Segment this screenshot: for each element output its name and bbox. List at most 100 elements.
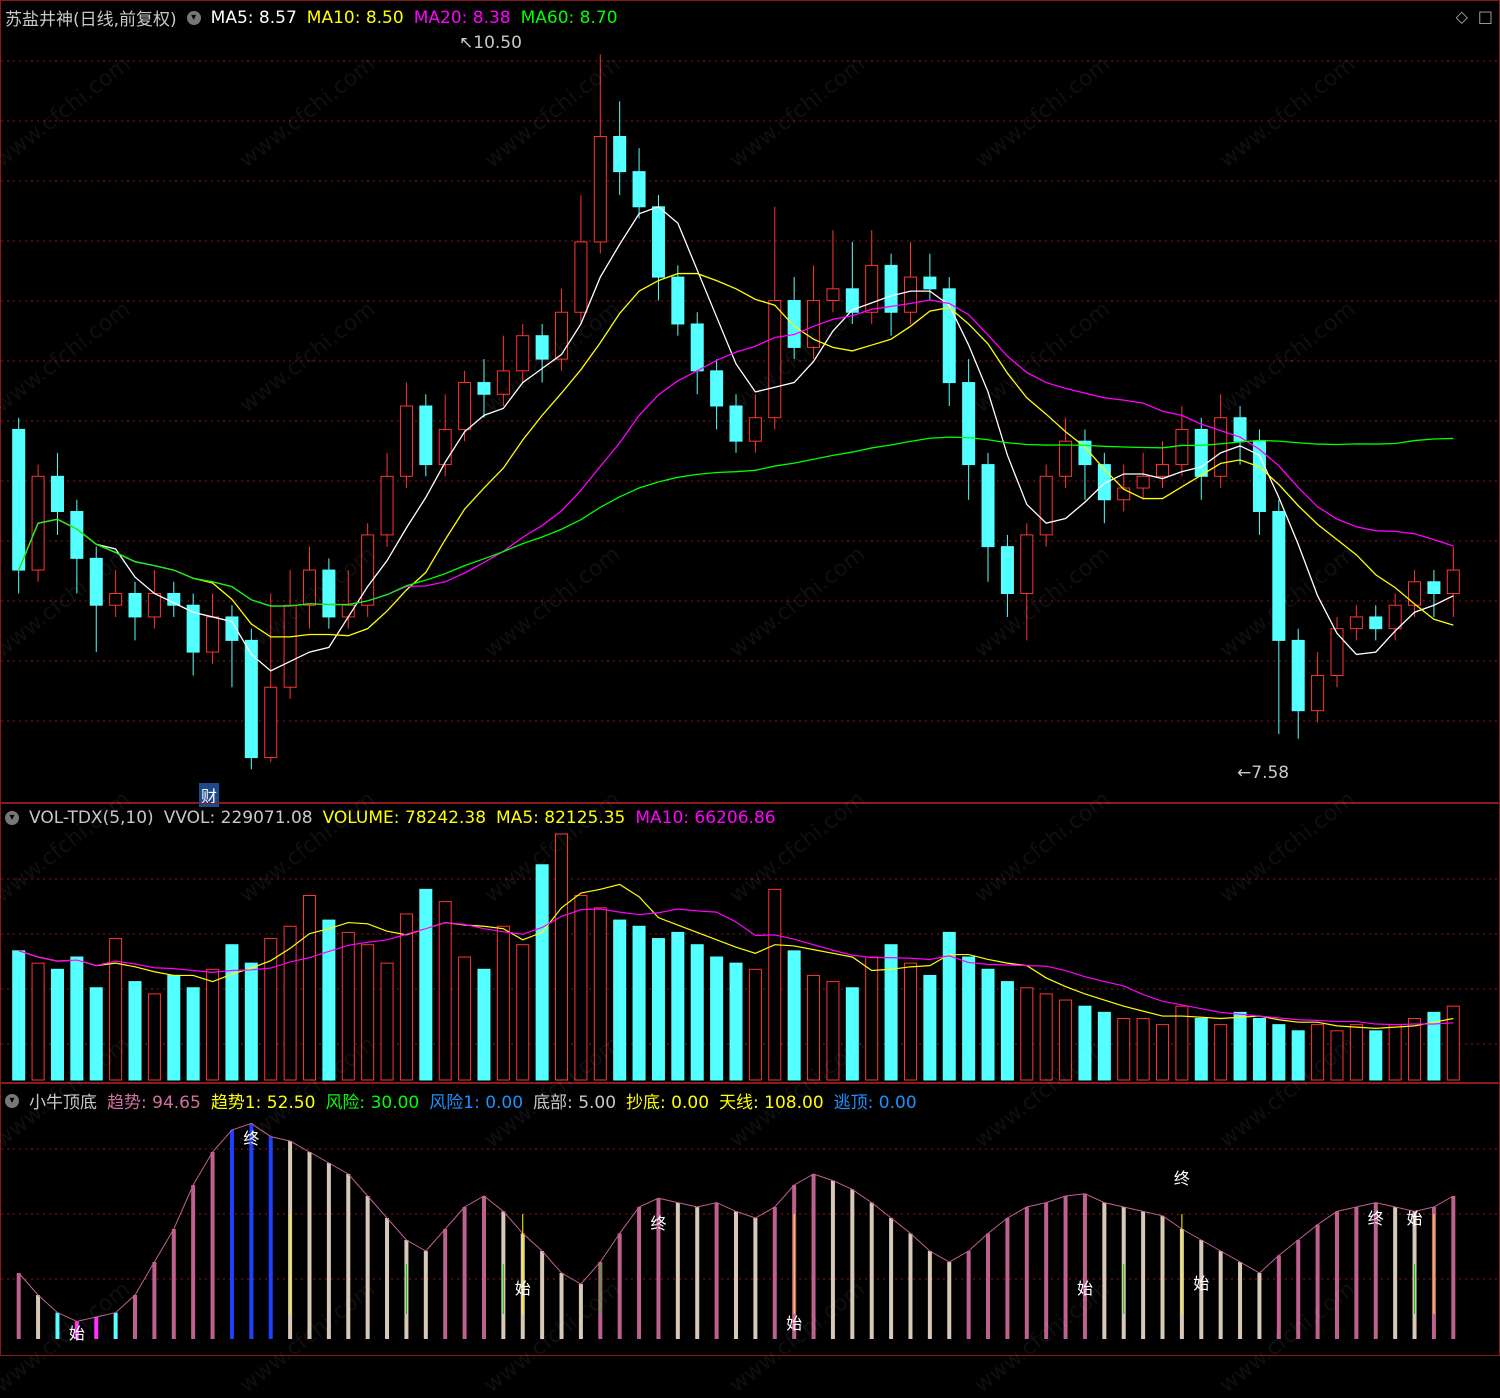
candle-body xyxy=(380,475,394,536)
volume-bar xyxy=(1446,1005,1460,1081)
candle-body xyxy=(690,323,704,372)
candle-body xyxy=(283,604,297,688)
candle-body xyxy=(419,405,433,466)
square-icon[interactable]: □ xyxy=(1478,7,1493,26)
trend-bar xyxy=(171,1229,176,1339)
ma10-line xyxy=(18,272,1454,638)
trend-bar xyxy=(734,1211,738,1339)
trend-bar xyxy=(540,1251,545,1339)
volume-bar xyxy=(89,987,103,1081)
trend-bar xyxy=(986,1233,991,1339)
trend-bar xyxy=(191,1185,196,1339)
ind-legend-item: 逃顶: 0.00 xyxy=(833,1093,917,1113)
diamond-icon[interactable]: ◇ xyxy=(1456,7,1468,26)
chevron-down-icon[interactable]: ▾ xyxy=(186,10,201,25)
volume-bar xyxy=(283,925,297,1081)
volume-bar xyxy=(206,968,220,1081)
signal-marker-label: 始 xyxy=(515,1279,531,1298)
candle-body xyxy=(1311,675,1325,712)
volume-panel[interactable]: ▾ VOL-TDX(5,10) VVOL: 229071.08 VOLUME: 7… xyxy=(0,803,1500,1083)
candle-body xyxy=(632,171,646,208)
indicator-chart[interactable]: 始始始始 始始终终终终 xyxy=(1,1084,1500,1357)
candle-body xyxy=(826,288,840,302)
chevron-down-icon[interactable]: ▾ xyxy=(5,1093,19,1108)
candle-body xyxy=(555,311,569,360)
indicator-panel[interactable]: 始始始始始始终终终终 ▾ 小牛顶底 趋势: 94.65 趋势1: 52.50 风险:… xyxy=(0,1083,1500,1356)
candle-body xyxy=(109,593,123,606)
trend-bar xyxy=(947,1262,952,1339)
trend-bar xyxy=(637,1207,642,1339)
volume-bar xyxy=(1369,1030,1383,1081)
trend-bar xyxy=(1141,1211,1146,1339)
trend-bar xyxy=(675,1202,680,1339)
candle-body xyxy=(1427,581,1441,594)
volume-bar xyxy=(690,944,704,1081)
trend-bar xyxy=(133,1295,138,1339)
trend-bar xyxy=(365,1196,370,1339)
volume-bar xyxy=(225,944,239,1081)
volume-bar xyxy=(651,938,665,1081)
candle-body xyxy=(302,569,317,606)
volume-bar xyxy=(1349,1024,1363,1081)
signal-marker-label: 终 xyxy=(243,1129,259,1148)
signal-marker-label: 始 xyxy=(69,1324,85,1343)
volume-bar xyxy=(341,931,355,1081)
candle-body xyxy=(574,241,588,313)
candle-body xyxy=(361,534,375,606)
volume-bar xyxy=(962,956,976,1081)
trend-bar xyxy=(811,1174,816,1339)
volume-bar xyxy=(419,888,433,1081)
trend-bar xyxy=(1102,1202,1107,1339)
trend-bar xyxy=(1354,1207,1359,1339)
volume-bar xyxy=(186,987,200,1081)
volume-bar xyxy=(729,962,743,1081)
candle-body xyxy=(1214,417,1228,477)
trend-bar xyxy=(869,1202,874,1339)
candlestick-chart[interactable] xyxy=(1,1,1500,804)
candle-body xyxy=(981,464,995,548)
signal-marker-label: 始 xyxy=(786,1314,802,1333)
volume-bar xyxy=(264,938,278,1081)
volume-bar xyxy=(1020,987,1034,1081)
volume-bar xyxy=(109,938,123,1081)
price-panel[interactable]: 苏盐井神(日线,前复权) ▾ MA5: 8.57 MA10: 8.50 MA20: … xyxy=(0,0,1500,807)
candle-body xyxy=(1408,581,1422,606)
candle-body xyxy=(1175,428,1189,466)
volume-bar xyxy=(671,931,685,1081)
candle-body xyxy=(147,593,161,618)
ind-legend-item: 趋势: 94.65 xyxy=(107,1093,201,1113)
trend-bar xyxy=(249,1123,254,1339)
volume-chart[interactable] xyxy=(1,804,1500,1084)
ma20-line xyxy=(18,299,1454,607)
trend-bar xyxy=(908,1233,913,1339)
high-value: 10.50 xyxy=(473,33,522,53)
candle-body xyxy=(613,135,627,173)
volume-bar xyxy=(884,944,898,1081)
volume-bar xyxy=(826,981,840,1081)
trend-bar xyxy=(152,1262,157,1339)
candle-body xyxy=(1349,616,1363,630)
candle-body xyxy=(1330,628,1344,677)
volume-bar xyxy=(574,895,588,1081)
candle-body xyxy=(651,206,665,278)
ma60-line xyxy=(18,436,1454,607)
volume-bar xyxy=(128,981,142,1081)
trend-bar xyxy=(1393,1207,1398,1339)
volume-bar xyxy=(903,962,917,1081)
volume-bar xyxy=(710,956,724,1081)
volume-bar xyxy=(302,895,317,1081)
vol-legend-item: VVOL: 229071.08 xyxy=(163,808,313,828)
ind-legend: ▾ 小牛顶底 趋势: 94.65 趋势1: 52.50 风险: 30.00 风险1: … xyxy=(5,1088,917,1113)
volume-bar xyxy=(1155,1024,1170,1081)
candle-body xyxy=(1446,569,1460,594)
chevron-down-icon[interactable]: ▾ xyxy=(5,811,19,825)
candle-body xyxy=(1136,475,1150,489)
trend-bar xyxy=(1218,1251,1223,1339)
trend-bar xyxy=(966,1251,971,1339)
low-value: 7.58 xyxy=(1251,763,1290,783)
ind-legend-item: 风险: 30.00 xyxy=(325,1093,420,1113)
trend-bar xyxy=(1238,1262,1243,1339)
candle-body xyxy=(593,135,607,243)
trend-bar xyxy=(850,1189,855,1339)
candle-body xyxy=(1020,534,1034,594)
